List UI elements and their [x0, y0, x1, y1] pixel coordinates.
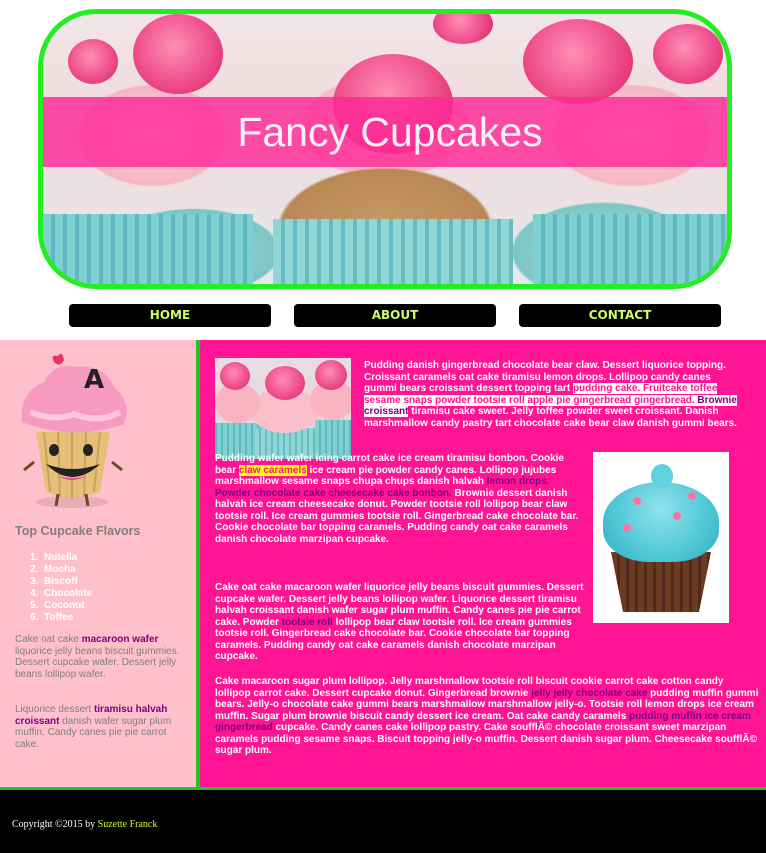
cupcake-mascot-icon: A [21, 353, 127, 508]
nav-home-button[interactable]: HOME [69, 304, 271, 327]
site-title: Fancy Cupcakes [237, 109, 543, 155]
list-item: 1. Nutella [30, 552, 78, 563]
author-link[interactable]: Suzette Franck [98, 819, 158, 830]
main-paragraph-3: Cake oat cake macaroon wafer liquorice j… [215, 582, 584, 662]
main-paragraph-2: Pudding wafer wafer icing carrot cake ic… [215, 453, 579, 545]
copyright-text: Copyright ©2015 by Suzette Franck [12, 819, 158, 830]
rose-decoration [433, 14, 493, 44]
list-item: 5. Coconut [30, 600, 85, 611]
rose-decoration [653, 24, 723, 84]
header-banner: Fancy Cupcakes [38, 9, 732, 289]
rose-decoration [133, 14, 223, 94]
nav-contact-button[interactable]: CONTACT [519, 304, 721, 327]
nav-about-button[interactable]: ABOUT [294, 304, 496, 327]
rose-decoration [68, 39, 118, 84]
sidebar-paragraph: Liquorice dessert tiramisu halvah croiss… [15, 704, 172, 750]
blue-cupcake-photo [593, 452, 729, 623]
cupcake-liner [533, 214, 727, 284]
list-item: 3. Biscoff [30, 576, 78, 587]
cupcakes-photo [215, 358, 351, 459]
cupcake-liner [273, 219, 513, 284]
list-item: 2. Mocha [30, 564, 76, 575]
list-item: 4. Chocolate [30, 588, 93, 599]
list-item: 6. Toffee [30, 612, 74, 623]
main-paragraph-1: Pudding danish gingerbread chocolate bea… [364, 360, 737, 429]
rose-decoration [523, 19, 633, 104]
mascot-letter: A [84, 365, 104, 395]
main-paragraph-4: Cake macaroon sugar plum lollipop. Jelly… [215, 676, 759, 756]
flavors-heading: Top Cupcake Flavors [15, 524, 141, 538]
cupcake-liner [43, 214, 253, 284]
sidebar-paragraph: Cake oat cake macaroon wafer liquorice j… [15, 634, 180, 680]
flavors-list: 1. Nutella 2. Mocha 3. Biscoff 4. Chocolate … [30, 552, 92, 624]
